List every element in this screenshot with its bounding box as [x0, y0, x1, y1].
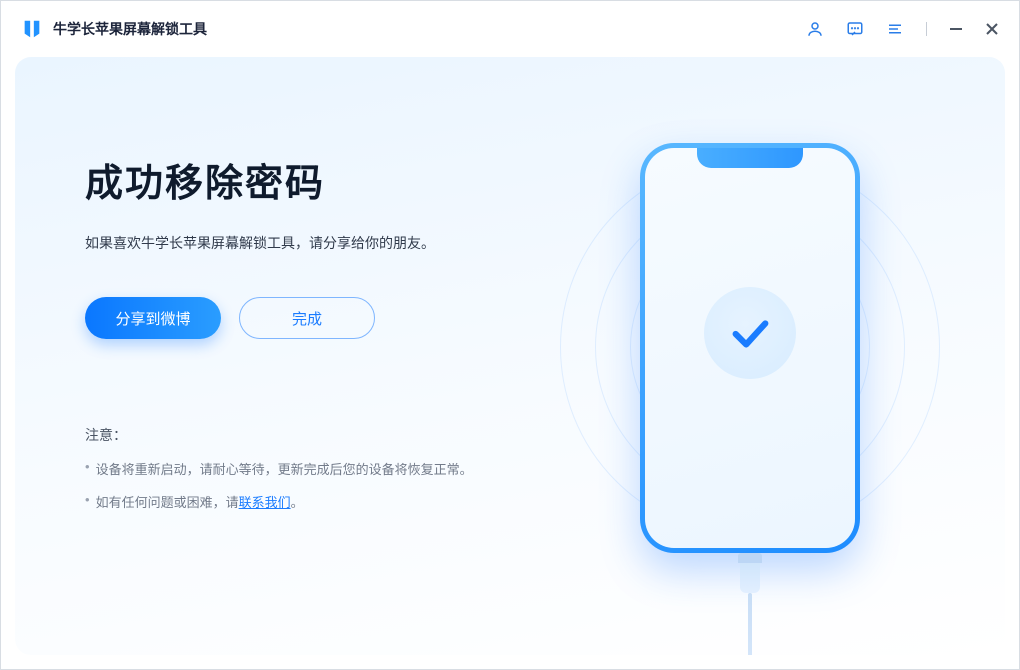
close-button[interactable]	[985, 22, 999, 36]
right-column	[565, 117, 935, 655]
bullet-icon: •	[85, 459, 90, 478]
cable-wire	[748, 593, 752, 655]
titlebar: 牛学长苹果屏幕解锁工具	[1, 1, 1019, 57]
main-panel: 成功移除密码 如果喜欢牛学长苹果屏幕解锁工具，请分享给你的朋友。 分享到微博 完…	[15, 57, 1005, 655]
titlebar-left: 牛学长苹果屏幕解锁工具	[21, 18, 207, 40]
phone-notch	[697, 148, 803, 168]
minimize-button[interactable]	[949, 22, 963, 36]
app-title: 牛学长苹果屏幕解锁工具	[53, 19, 207, 39]
note-2-suffix: 。	[291, 495, 304, 510]
note-2-prefix: 如有任何问题或困难，请	[96, 495, 239, 510]
bullet-icon: •	[85, 492, 90, 511]
contact-us-link[interactable]: 联系我们	[239, 495, 291, 510]
phone-illustration	[640, 143, 860, 553]
content-frame: 成功移除密码 如果喜欢牛学长苹果屏幕解锁工具，请分享给你的朋友。 分享到微博 完…	[1, 57, 1019, 669]
button-row: 分享到微博 完成	[85, 297, 565, 339]
cable-body	[740, 563, 760, 593]
left-column: 成功移除密码 如果喜欢牛学长苹果屏幕解锁工具，请分享给你的朋友。 分享到微博 完…	[85, 117, 565, 655]
notes-heading: 注意：	[85, 425, 565, 445]
note-item-1: • 设备将重新启动，请耐心等待，更新完成后您的设备将恢复正常。	[85, 459, 565, 478]
menu-icon[interactable]	[886, 20, 904, 38]
note-item-2: • 如有任何问题或困难，请联系我们。	[85, 492, 565, 511]
done-button[interactable]: 完成	[239, 297, 375, 339]
checkmark-icon	[727, 310, 773, 356]
app-window: 牛学长苹果屏幕解锁工具 成功移除密码 如果喜欢牛	[0, 0, 1020, 670]
note-text-1: 设备将重新启动，请耐心等待，更新完成后您的设备将恢复正常。	[96, 459, 473, 478]
app-logo-icon	[21, 18, 43, 40]
success-check-circle	[704, 287, 796, 379]
subtitle: 如果喜欢牛学长苹果屏幕解锁工具，请分享给你的朋友。	[85, 233, 565, 253]
titlebar-right	[806, 20, 999, 38]
note-text-2: 如有任何问题或困难，请联系我们。	[96, 492, 304, 511]
phone-screen	[645, 148, 855, 548]
cable-plug	[738, 553, 762, 563]
share-button[interactable]: 分享到微博	[85, 297, 221, 339]
feedback-icon[interactable]	[846, 20, 864, 38]
success-heading: 成功移除密码	[85, 152, 565, 207]
user-icon[interactable]	[806, 20, 824, 38]
titlebar-separator	[926, 22, 927, 36]
cable-illustration	[735, 553, 765, 655]
